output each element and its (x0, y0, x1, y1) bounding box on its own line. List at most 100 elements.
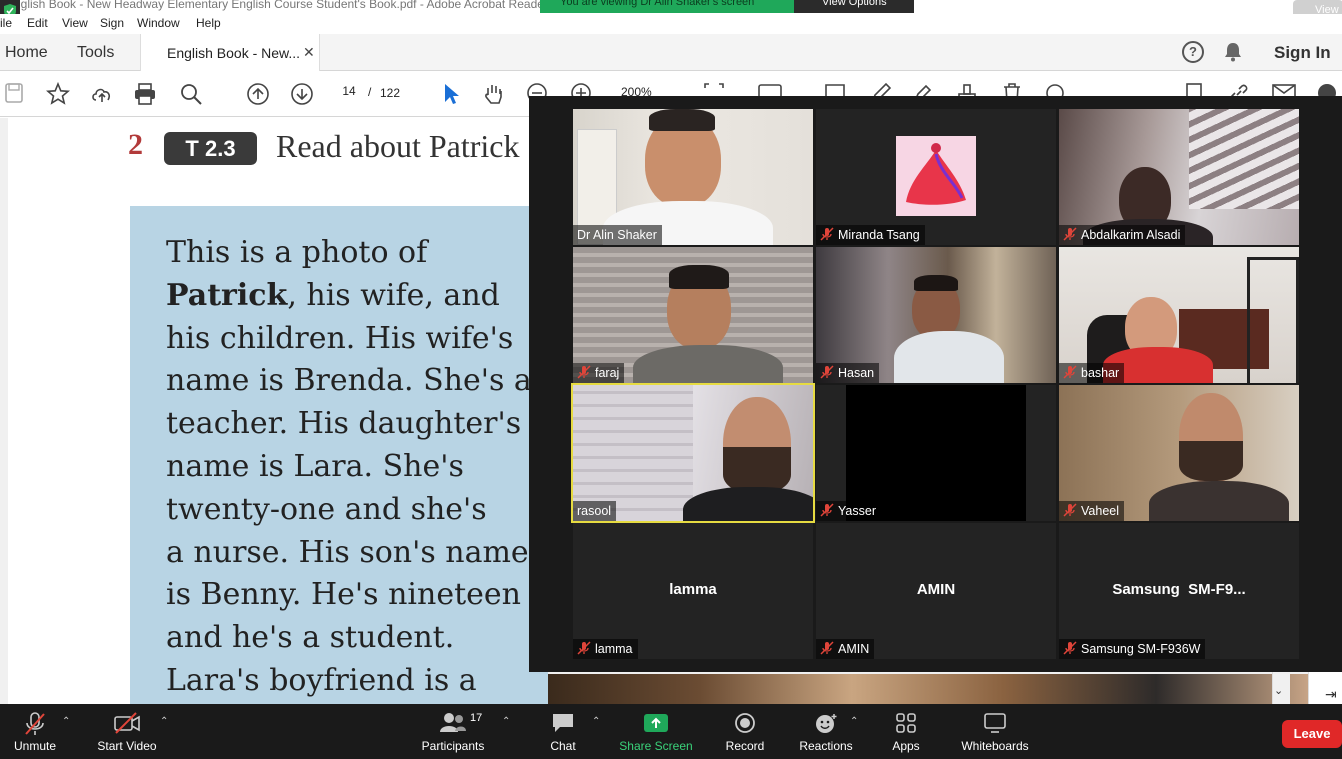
section-heading: Read about Patrick (276, 128, 520, 164)
whiteboards-button[interactable]: Whiteboards (956, 704, 1034, 759)
view-options-label: View Options (822, 0, 887, 8)
reading-line: twenty-one and she's (166, 491, 487, 527)
reactions-button[interactable]: Reactions (796, 704, 856, 759)
video-options-chevron-icon[interactable]: ⌃ (160, 716, 168, 727)
chat-button[interactable]: Chat (540, 704, 586, 759)
collapse-panel-icon[interactable]: ⇥ (1325, 686, 1337, 703)
participant-tile[interactable]: AMIN AMIN (816, 523, 1056, 659)
reading-text: This is a photo of Patrick, his wife, an… (166, 232, 532, 703)
menu-view[interactable]: View (62, 16, 88, 30)
participant-name-tag: Abdalkarim Alsadi (1059, 225, 1186, 245)
leave-meeting-button[interactable]: Leave (1282, 720, 1342, 748)
unmute-button[interactable]: Unmute (4, 704, 66, 759)
participant-display-name: AMIN (916, 581, 956, 598)
participant-display-name: Samsung SM-F9... (1112, 581, 1246, 598)
start-video-label: Start Video (97, 739, 157, 753)
participants-options-chevron-icon[interactable]: ⌃ (502, 716, 510, 727)
select-pointer-icon[interactable] (442, 82, 460, 106)
whiteboards-label: Whiteboards (961, 739, 1029, 753)
beard (1179, 441, 1243, 481)
audio-track-badge: T 2.3 (164, 132, 257, 165)
record-button[interactable]: Record (720, 704, 770, 759)
tab-tools[interactable]: Tools (77, 44, 114, 62)
shirt (633, 345, 783, 383)
participant-tile-active-speaker[interactable]: rasool (571, 383, 815, 523)
share-screen-label: Share Screen (619, 739, 693, 753)
notification-bell-icon[interactable] (1224, 42, 1242, 67)
tab-document[interactable]: English Book - New... ✕ (140, 34, 320, 71)
participant-name: lamma (595, 642, 633, 656)
start-video-button[interactable]: Start Video (92, 704, 162, 759)
page-separator: / (368, 85, 372, 99)
apps-button[interactable]: Apps (882, 704, 930, 759)
total-pages: 122 (380, 86, 401, 100)
tab-home[interactable]: Home (5, 44, 48, 62)
reading-line: This is a photo of (166, 235, 428, 270)
window-title: nglish Book - New Headway Elementary Eng… (14, 0, 544, 11)
share-screen-button[interactable]: Share Screen (618, 704, 694, 759)
upload-cloud-icon[interactable] (90, 82, 114, 106)
record-label: Record (725, 739, 765, 753)
hand-tool-icon[interactable] (482, 82, 506, 106)
chat-bubble-icon (553, 714, 573, 732)
participant-tile[interactable]: Samsung SM-F9... Samsung SM-F936W (1059, 523, 1299, 659)
reading-text-box: This is a photo of Patrick, his wife, an… (130, 206, 548, 706)
participant-tile[interactable]: Vaheel (1059, 385, 1299, 521)
muted-microphone-icon (1063, 503, 1077, 517)
shirt (683, 487, 813, 521)
participant-tile[interactable]: bashar (1059, 247, 1299, 383)
participant-tile[interactable]: Hasan (816, 247, 1056, 383)
close-tab-icon[interactable]: ✕ (303, 44, 315, 61)
share-screen-icon (644, 714, 668, 732)
reading-bold-name: Patrick (166, 277, 288, 313)
participant-tile[interactable]: Miranda Tsang (816, 109, 1056, 245)
menu-file[interactable]: ile (0, 16, 12, 30)
menu-edit[interactable]: Edit (27, 16, 48, 30)
sign-in-button[interactable]: Sign In (1274, 43, 1331, 63)
chat-options-chevron-icon[interactable]: ⌃ (592, 716, 600, 727)
muted-microphone-icon (820, 503, 834, 517)
muted-microphone-icon (820, 365, 834, 379)
page-number-input[interactable]: 14 (336, 84, 362, 104)
bookmark-star-icon[interactable] (46, 82, 70, 106)
participant-name: Vaheel (1081, 504, 1119, 518)
video-gallery: Dr Alin Shaker Miranda Tsang Abdalkarim … (529, 96, 1342, 672)
participant-name-tag: Samsung SM-F936W (1059, 639, 1206, 659)
participant-name: Abdalkarim Alsadi (1081, 228, 1181, 242)
reading-line: name is Brenda. She's a (166, 363, 532, 399)
record-icon (735, 713, 755, 733)
menu-sign[interactable]: Sign (100, 16, 124, 30)
next-page-icon[interactable] (290, 82, 314, 106)
save-icon[interactable] (4, 82, 24, 104)
background-blinds (1189, 109, 1299, 209)
reactions-options-chevron-icon[interactable]: ⌃ (850, 716, 858, 727)
muted-microphone-icon (577, 641, 591, 655)
muted-microphone-icon (820, 227, 834, 241)
page-photo-strip (548, 674, 1308, 704)
participant-tile[interactable]: faraj (573, 247, 813, 383)
help-icon[interactable]: ? (1182, 41, 1204, 63)
participants-icon (440, 713, 466, 732)
menu-window[interactable]: Window (137, 16, 180, 30)
participant-tile[interactable]: Yasser (816, 385, 1056, 521)
participant-tile[interactable]: lamma lamma (573, 523, 813, 659)
participant-tile[interactable]: Abdalkarim Alsadi (1059, 109, 1299, 245)
muted-microphone-icon (1063, 641, 1077, 655)
audio-options-chevron-icon[interactable]: ⌃ (62, 716, 70, 727)
search-icon[interactable] (179, 82, 203, 106)
hair (649, 109, 715, 131)
reactions-label: Reactions (799, 739, 853, 753)
menu-bar: ile Edit View Sign Window Help (0, 14, 1342, 34)
print-icon[interactable] (133, 82, 157, 106)
participant-tile[interactable]: Dr Alin Shaker (573, 109, 813, 245)
previous-page-icon[interactable] (246, 82, 270, 106)
participant-name: rasool (577, 504, 612, 518)
reading-line: and he's a student. (166, 620, 455, 656)
view-options-button[interactable]: View Options (794, 0, 914, 13)
menu-help[interactable]: Help (196, 16, 221, 30)
participants-label: Participants (421, 739, 485, 753)
shirt (1149, 481, 1289, 521)
profile-avatar (896, 136, 976, 216)
participant-display-name: lamma (669, 581, 717, 598)
scroll-down-icon[interactable]: ⌄ (1274, 684, 1283, 697)
